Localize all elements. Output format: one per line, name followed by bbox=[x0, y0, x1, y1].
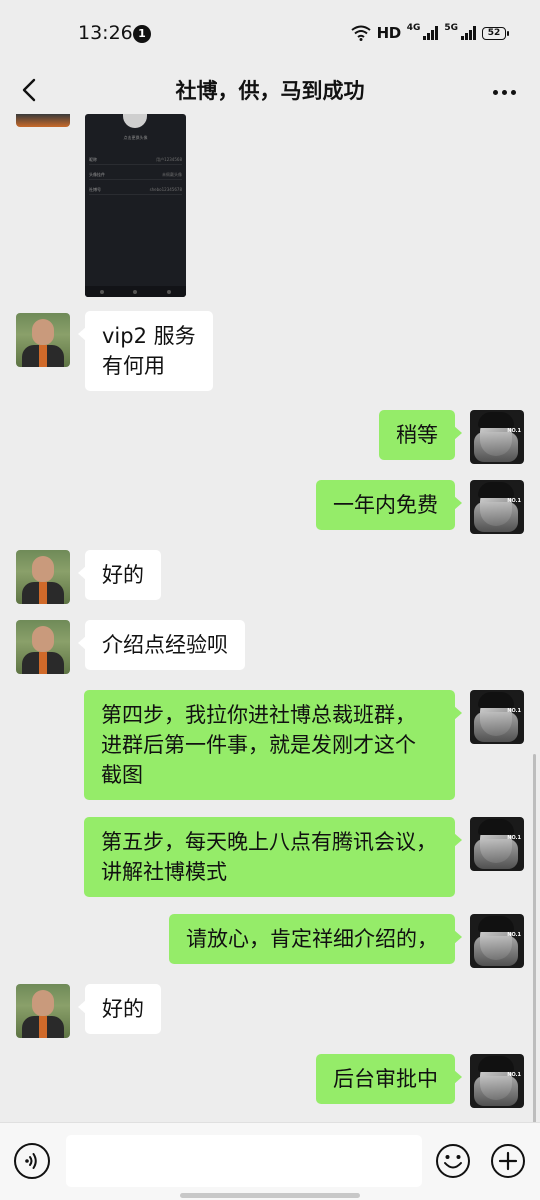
message-bubble-outgoing[interactable]: 请放心，肯定祥细介绍的， bbox=[169, 914, 462, 964]
wifi-icon bbox=[351, 25, 371, 41]
avatar-self[interactable]: NO.1 bbox=[470, 817, 524, 871]
input-bar bbox=[0, 1122, 540, 1200]
home-indicator[interactable] bbox=[180, 1193, 360, 1198]
avatar-self[interactable]: NO.1 bbox=[470, 480, 524, 534]
status-indicators: HD 4G 5G 52 bbox=[351, 22, 509, 44]
network-4g-label: 4G bbox=[406, 23, 421, 33]
battery-icon: 52 bbox=[482, 26, 509, 40]
avatar-contact[interactable] bbox=[16, 313, 70, 367]
avatar-contact[interactable] bbox=[16, 984, 70, 1038]
hd-label: HD bbox=[376, 24, 402, 42]
chat-title: 社博，供，马到成功 bbox=[175, 79, 365, 103]
more-dots-icon bbox=[492, 89, 498, 95]
emoji-button[interactable] bbox=[435, 1143, 471, 1179]
message-bubble-outgoing[interactable]: 后台审批中 bbox=[316, 1054, 462, 1104]
message-bubble-incoming[interactable]: vip2 服务 有何用 bbox=[78, 311, 213, 391]
message-bubble-outgoing[interactable]: 第四步，我拉你进社博总裁班群， 进群后第一件事，就是发刚才这个 截图 bbox=[84, 690, 462, 800]
status-bar: 13:26 1 HD 4G 5G 52 bbox=[0, 0, 540, 66]
emoji-icon bbox=[436, 1144, 470, 1178]
avatar-contact[interactable] bbox=[16, 114, 70, 127]
shared-image-row: 社博号 shebo12345678 bbox=[89, 185, 182, 195]
plus-button[interactable] bbox=[490, 1143, 526, 1179]
network-5g-label: 5G bbox=[444, 23, 458, 33]
more-button[interactable] bbox=[486, 74, 522, 110]
message-bubble-incoming[interactable]: 介绍点经验呗 bbox=[78, 620, 245, 670]
profile-avatar-icon bbox=[123, 114, 147, 128]
message-bubble-incoming[interactable]: 好的 bbox=[78, 984, 161, 1034]
message-bubble-incoming[interactable]: 好的 bbox=[78, 550, 161, 600]
avatar-self[interactable]: NO.1 bbox=[470, 1054, 524, 1108]
avatar-self[interactable]: NO.1 bbox=[470, 914, 524, 968]
voice-icon bbox=[25, 1153, 37, 1169]
message-list[interactable]: 点击更换头像 昵称 用户1234568 头像挂件 未佩戴头像 社博号 shebo123… bbox=[0, 114, 540, 1122]
message-bubble-outgoing[interactable]: 第五步，每天晚上八点有腾讯会议， 讲解社博模式 bbox=[84, 817, 462, 897]
shared-image-row: 头像挂件 未佩戴头像 bbox=[89, 170, 182, 180]
notification-badge: 1 bbox=[133, 25, 151, 43]
status-time: 13:26 bbox=[78, 22, 133, 44]
message-bubble-outgoing[interactable]: 稍等 bbox=[379, 410, 462, 460]
shared-image-nav-bar bbox=[85, 286, 186, 297]
scrollbar[interactable] bbox=[533, 754, 536, 1122]
chat-header: 社博，供，马到成功 bbox=[0, 66, 540, 114]
shared-image-message[interactable]: 点击更换头像 昵称 用户1234568 头像挂件 未佩戴头像 社博号 shebo123… bbox=[85, 114, 186, 297]
voice-button[interactable] bbox=[14, 1143, 50, 1179]
shared-image-row: 昵称 用户1234568 bbox=[89, 155, 182, 165]
message-input[interactable] bbox=[66, 1135, 422, 1187]
avatar-self[interactable]: NO.1 bbox=[470, 410, 524, 464]
plus-icon bbox=[491, 1144, 525, 1178]
avatar-contact[interactable] bbox=[16, 550, 70, 604]
signal-4g-icon bbox=[423, 26, 439, 40]
signal-5g-icon bbox=[461, 26, 476, 40]
message-bubble-outgoing[interactable]: 一年内免费 bbox=[316, 480, 462, 530]
avatar-self[interactable]: NO.1 bbox=[470, 690, 524, 744]
shared-image-caption: 点击更换头像 bbox=[123, 135, 148, 140]
avatar-contact[interactable] bbox=[16, 620, 70, 674]
